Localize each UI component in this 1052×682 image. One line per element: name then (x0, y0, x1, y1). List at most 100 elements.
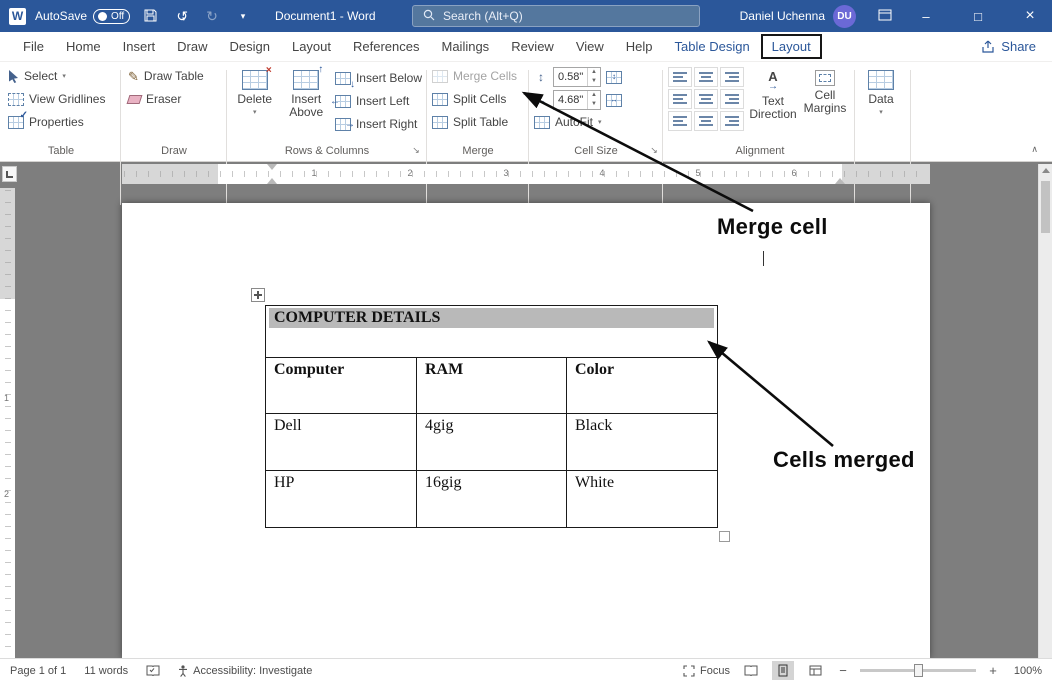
insert-left-button[interactable]: ← Insert Left (335, 92, 422, 110)
merged-header-cell[interactable]: COMPUTER DETAILS (266, 306, 718, 358)
accessibility-status[interactable]: Accessibility: Investigate (178, 665, 312, 677)
align-bottom-center-button[interactable] (694, 111, 718, 131)
autosave-toggle[interactable]: Off (93, 9, 130, 24)
table-cell[interactable]: Black (567, 414, 718, 471)
table-cell[interactable]: 16gig (417, 471, 567, 528)
tab-home[interactable]: Home (55, 34, 112, 59)
table-cell[interactable]: White (567, 471, 718, 528)
maximize-button[interactable]: □ (956, 0, 1000, 32)
align-center-right-button[interactable] (720, 89, 744, 109)
align-bottom-right-button[interactable] (720, 111, 744, 131)
tab-layout[interactable]: Layout (281, 34, 342, 59)
share-button[interactable]: Share (981, 39, 1052, 54)
table-header-cell[interactable]: Computer (266, 358, 417, 414)
cell-margins-button[interactable]: Cell Margins (802, 67, 848, 131)
split-cells-button[interactable]: Split Cells (432, 90, 524, 108)
ribbon-display-options-icon[interactable] (874, 9, 896, 23)
word-app-icon[interactable]: W (9, 8, 26, 25)
table-resize-handle[interactable] (719, 531, 730, 542)
select-button[interactable]: Select ▾ (8, 67, 114, 85)
insert-above-button[interactable]: ↑ Insert Above (283, 67, 328, 133)
table-move-handle[interactable] (251, 288, 265, 302)
text-direction-button[interactable]: A→ Text Direction (750, 67, 796, 131)
search-box[interactable]: Search (Alt+Q) (412, 5, 700, 27)
align-center-left-button[interactable] (668, 89, 692, 109)
vertical-scrollbar[interactable] (1038, 164, 1052, 658)
web-layout-button[interactable] (804, 661, 826, 680)
zoom-out-button[interactable]: − (836, 663, 850, 678)
align-top-center-button[interactable] (694, 67, 718, 87)
first-line-indent-marker[interactable] (267, 164, 277, 170)
horizontal-ruler[interactable]: 1 2 3 4 5 6 (122, 164, 930, 184)
properties-button[interactable]: ✓ Properties (8, 113, 114, 131)
tab-view[interactable]: View (565, 34, 615, 59)
tab-review[interactable]: Review (500, 34, 565, 59)
column-width-input[interactable]: 4.68" ▲▼ (553, 90, 601, 110)
proofing-icon[interactable] (146, 665, 160, 677)
zoom-slider[interactable] (860, 669, 976, 672)
zoom-in-button[interactable]: + (986, 663, 1000, 678)
title-bar: W AutoSave Off ↺▾ ↻ ▾ Document1 - Word S… (0, 0, 1052, 32)
delete-button[interactable]: × Delete ▾ (232, 67, 277, 133)
insert-right-button[interactable]: → Insert Right (335, 115, 422, 133)
autosave-control[interactable]: AutoSave Off (35, 9, 130, 24)
close-button[interactable]: × (1008, 0, 1052, 32)
rows-columns-dialog-launcher-icon[interactable]: ↘ (410, 144, 422, 156)
group-label-cell-size: Cell Size (534, 145, 658, 157)
document-table[interactable]: COMPUTER DETAILS Computer RAM Color Dell… (265, 305, 718, 528)
eraser-button[interactable]: Eraser (128, 90, 220, 108)
tab-help[interactable]: Help (615, 34, 664, 59)
tab-insert[interactable]: Insert (112, 34, 167, 59)
autofit-button[interactable]: AutoFit ▾ (534, 113, 658, 131)
user-name[interactable]: Daniel Uchenna (740, 9, 825, 23)
align-center-button[interactable] (694, 89, 718, 109)
align-top-left-button[interactable] (668, 67, 692, 87)
view-gridlines-button[interactable]: View Gridlines (8, 90, 114, 108)
customize-quick-access-icon[interactable]: ▾ (232, 12, 254, 21)
page-indicator[interactable]: Page 1 of 1 (10, 665, 66, 677)
cell-size-dialog-launcher-icon[interactable]: ↘ (648, 144, 660, 156)
tab-file[interactable]: File (12, 34, 55, 59)
undo-button[interactable]: ↺▾ (170, 9, 192, 23)
distribute-rows-icon[interactable]: ↕ (606, 71, 622, 84)
focus-mode-button[interactable]: Focus (683, 665, 730, 677)
insert-below-button[interactable]: ↓ Insert Below (335, 69, 422, 87)
zoom-level[interactable]: 100% (1010, 665, 1042, 677)
word-count[interactable]: 11 words (84, 665, 128, 677)
tab-references[interactable]: References (342, 34, 430, 59)
tab-table-design[interactable]: Table Design (664, 34, 761, 59)
scrollbar-thumb[interactable] (1041, 181, 1050, 233)
table-cell[interactable]: Dell (266, 414, 417, 471)
collapse-ribbon-icon[interactable]: ∧ (1031, 144, 1038, 155)
align-top-right-button[interactable] (720, 67, 744, 87)
save-icon[interactable] (139, 9, 161, 24)
draw-table-button[interactable]: ✎ Draw Table (128, 67, 220, 85)
tab-stop-selector[interactable] (2, 166, 17, 182)
tab-mailings[interactable]: Mailings (431, 34, 501, 59)
scroll-up-icon[interactable] (1039, 164, 1052, 177)
split-table-button[interactable]: Split Table (432, 113, 524, 131)
right-indent-marker[interactable] (835, 178, 845, 184)
minimize-button[interactable]: – (904, 0, 948, 32)
user-avatar[interactable]: DU (833, 5, 856, 28)
document-page[interactable]: COMPUTER DETAILS Computer RAM Color Dell… (122, 203, 930, 658)
table-header-cell[interactable]: Color (567, 358, 718, 414)
data-button[interactable]: Data ▾ (858, 67, 904, 116)
text-direction-icon: A→ (768, 70, 778, 92)
table-cell[interactable]: 4gig (417, 414, 567, 471)
print-layout-button[interactable] (772, 661, 794, 680)
table-header-cell[interactable]: RAM (417, 358, 567, 414)
left-indent-marker[interactable] (267, 178, 277, 184)
tab-table-layout-active[interactable]: Layout (761, 34, 822, 59)
distribute-columns-icon[interactable]: ↔ (606, 94, 622, 107)
zoom-slider-thumb[interactable] (914, 664, 923, 677)
table-cell[interactable]: HP (266, 471, 417, 528)
tab-design[interactable]: Design (219, 34, 281, 59)
align-bottom-left-button[interactable] (668, 111, 692, 131)
vertical-ruler[interactable]: 1 2 (0, 188, 15, 658)
row-height-input[interactable]: 0.58" ▲▼ (553, 67, 601, 87)
read-mode-button[interactable] (740, 661, 762, 680)
tab-draw[interactable]: Draw (166, 34, 218, 59)
row-height-spinner[interactable]: ▲▼ (587, 68, 600, 86)
column-width-spinner[interactable]: ▲▼ (587, 91, 600, 109)
